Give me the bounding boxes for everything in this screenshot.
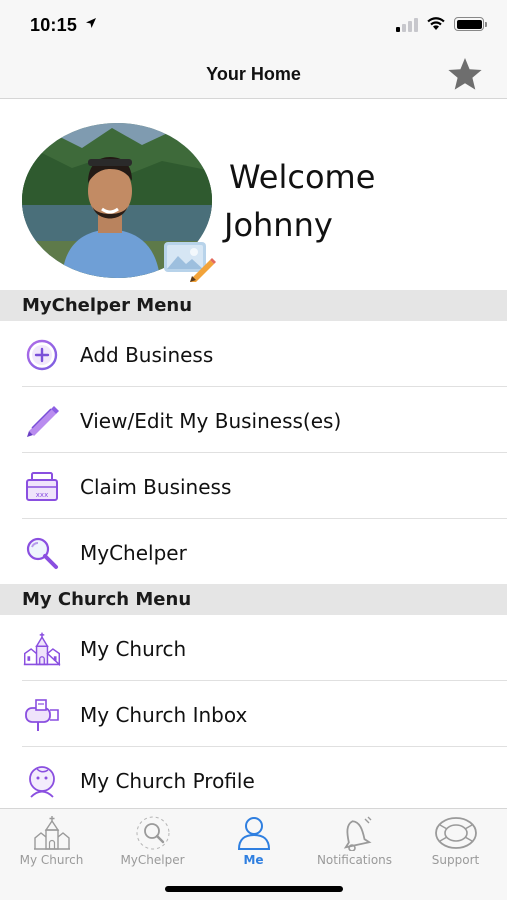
cellular-signal-icon [396,18,418,32]
section-title: My Church Menu [22,589,192,610]
pencil-icon [22,404,62,438]
menu-item-label: Add Business [80,343,214,367]
menu-item-my-church-profile[interactable]: My Church Profile [0,747,507,813]
menu-item-label: My Church Profile [80,769,255,793]
section-title: MyChelper Menu [22,295,193,316]
edit-image-icon [164,242,216,282]
profile-header: Welcome Johnny [0,100,507,290]
person-icon [203,815,304,851]
star-icon [448,58,482,90]
menu-item-label: My Church Inbox [80,703,248,727]
page-title: Your Home [206,64,301,84]
menu-item-label: View/Edit My Business(es) [80,409,342,433]
status-time: 10:15 [30,15,78,35]
menu-item-add-business[interactable]: Add Business [0,321,507,387]
add-circle-icon [22,338,62,372]
favorite-button[interactable] [445,56,485,92]
edit-photo-button[interactable] [162,238,216,282]
tab-my-church[interactable]: My Church [1,813,102,871]
tab-label: My Church [19,853,84,867]
user-name: Johnny [224,206,333,244]
tab-mychelper[interactable]: MyChelper [102,813,203,871]
tab-support[interactable]: Support [405,813,506,871]
bell-icon [304,815,405,851]
church-icon [22,632,62,667]
battery-icon [454,17,487,31]
tab-label: Support [431,853,480,867]
tab-label: Notifications [316,853,393,867]
menu-item-label: Claim Business [80,475,232,499]
tab-label: Me [243,853,264,867]
menu-item-label: MyChelper [80,541,187,565]
menu-item-my-church[interactable]: My Church [0,615,507,681]
register-icon: xxx [22,470,62,504]
lifebuoy-icon [405,815,506,851]
tab-me[interactable]: Me [203,813,304,871]
menu-item-label: My Church [80,637,187,661]
tab-label: MyChelper [120,853,185,867]
magnifier-icon [22,536,62,570]
menu-item-claim-business[interactable]: xxx Claim Business [0,453,507,519]
home-indicator[interactable] [165,886,343,892]
menu-item-mychelper[interactable]: MyChelper [0,519,507,585]
church-icon [1,815,102,851]
navigation-bar: Your Home [0,48,507,99]
wifi-icon [427,17,445,30]
svg-text:xxx: xxx [36,491,48,499]
welcome-text: Welcome [229,158,376,196]
location-arrow-icon [86,18,96,28]
magnifier-icon [102,815,203,851]
tab-notifications[interactable]: Notifications [304,813,405,871]
menu-item-view-edit-business[interactable]: View/Edit My Business(es) [0,387,507,453]
status-bar: 10:15 [0,0,507,48]
section-header-my-church: My Church Menu [0,584,507,615]
section-header-mychelper: MyChelper Menu [0,290,507,321]
menu-item-my-church-inbox[interactable]: My Church Inbox [0,681,507,747]
profile-face-icon [22,764,62,798]
mailbox-icon [22,698,62,732]
